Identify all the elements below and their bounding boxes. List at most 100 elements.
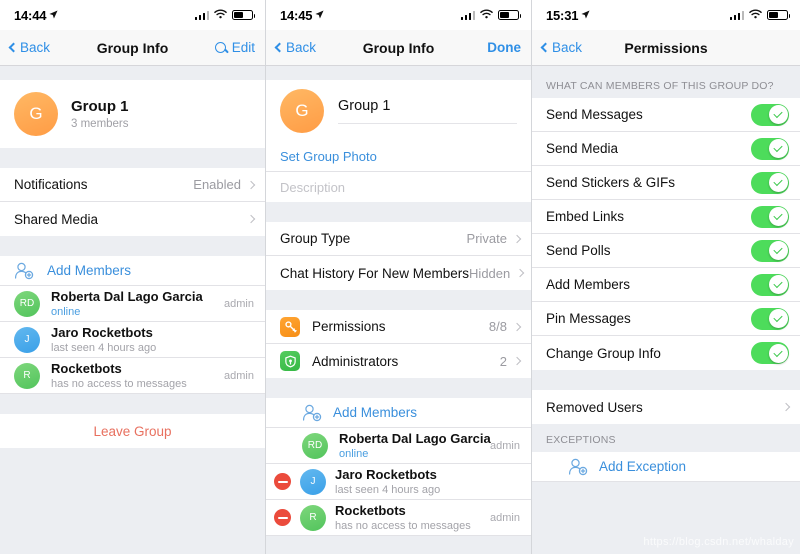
key-icon — [280, 316, 300, 337]
chevron-left-icon — [540, 42, 551, 53]
members-group: Add Members RD Roberta Dal Lago Garcia o… — [266, 398, 531, 536]
row-label: Chat History For New Members — [280, 265, 470, 281]
admin-badge: admin — [490, 511, 520, 524]
add-members-label: Add Members — [47, 263, 132, 278]
member-row[interactable]: RD Roberta Dal Lago Garcia online admin — [266, 428, 531, 464]
member-name: Rocketbots — [335, 503, 406, 518]
row-label: Administrators — [312, 353, 399, 369]
permission-label: Send Stickers & GIFs — [546, 175, 676, 190]
members-group: Add Members RD Roberta Dal Lago Garcia o… — [0, 256, 265, 394]
spacer — [532, 482, 800, 554]
panel-permissions: 15:31 Back Permissions WHAT CAN MEMBERS … — [532, 0, 800, 554]
permission-row-add-members[interactable]: Add Members — [532, 268, 800, 302]
status-time: 14:45 — [280, 7, 313, 23]
member-status: last seen 4 hours ago — [51, 342, 157, 354]
back-button[interactable]: Back — [540, 40, 582, 55]
permission-toggle[interactable] — [751, 103, 789, 126]
member-text: Jaro Rocketbots last seen 4 hours ago — [335, 467, 440, 496]
group-name-input[interactable]: Group 1 — [338, 98, 517, 124]
battery-icon — [498, 10, 521, 20]
spacer — [266, 66, 531, 80]
status-time: 14:44 — [14, 7, 47, 23]
member-row[interactable]: R Rocketbots has no access to messages a… — [0, 358, 265, 394]
permission-row-send-polls[interactable]: Send Polls — [532, 234, 800, 268]
row-removed-users[interactable]: Removed Users — [532, 390, 800, 424]
group-settings-group: Group Type Private Chat History For New … — [266, 222, 531, 290]
member-row[interactable]: RD Roberta Dal Lago Garcia online admin — [0, 286, 265, 322]
row-value: Private — [466, 231, 507, 246]
row-permissions[interactable]: Permissions 8/8 — [266, 310, 531, 344]
status-bar: 15:31 — [532, 0, 800, 30]
add-members-label: Add Members — [333, 405, 418, 420]
back-button[interactable]: Back — [8, 40, 50, 55]
group-avatar[interactable]: G — [280, 89, 324, 133]
exceptions-group: Add Exception — [532, 452, 800, 482]
permission-toggle[interactable] — [751, 171, 789, 194]
member-text: Jaro Rocketbots last seen 4 hours ago — [51, 325, 156, 354]
permission-toggle[interactable] — [751, 239, 789, 262]
remove-member-icon[interactable] — [274, 473, 291, 490]
permission-row-send-stickers-gifs[interactable]: Send Stickers & GIFs — [532, 166, 800, 200]
permissions-group: Send Messages Send Media Send Stickers &… — [532, 98, 800, 370]
permission-label: Send Media — [546, 141, 619, 156]
permission-toggle[interactable] — [751, 137, 789, 160]
chevron-right-icon — [781, 402, 791, 412]
member-text: Rocketbots has no access to messages — [335, 503, 471, 532]
battery-icon — [232, 10, 255, 20]
location-arrow-icon — [49, 6, 58, 24]
done-button[interactable]: Done — [487, 40, 521, 55]
group-identity-card[interactable]: G Group 1 3 members — [0, 80, 265, 148]
member-avatar: R — [14, 362, 40, 389]
row-chat-history[interactable]: Chat History For New Members Hidden — [266, 256, 531, 290]
cellular-signal-icon — [194, 10, 209, 20]
row-value: 8/8 — [488, 319, 507, 334]
description-input[interactable]: Description — [266, 172, 531, 202]
spacer — [0, 448, 265, 554]
back-button[interactable]: Back — [274, 40, 316, 55]
row-administrators[interactable]: Administrators 2 — [266, 344, 531, 378]
permission-toggle[interactable] — [751, 342, 789, 364]
location-arrow-icon — [581, 6, 590, 24]
permission-row-send-messages[interactable]: Send Messages — [532, 98, 800, 132]
remove-member-icon[interactable] — [274, 509, 291, 526]
member-status: online — [339, 448, 369, 460]
member-row[interactable]: J Jaro Rocketbots last seen 4 hours ago — [266, 464, 531, 500]
permission-row-change-group-info[interactable]: Change Group Info — [532, 336, 800, 370]
wifi-icon — [480, 6, 493, 24]
avatar-initials: RD — [19, 298, 35, 309]
row-group-type[interactable]: Group Type Private — [266, 222, 531, 256]
add-members-button[interactable]: Add Members — [0, 256, 265, 286]
permission-row-pin-messages[interactable]: Pin Messages — [532, 302, 800, 336]
permission-toggle[interactable] — [751, 273, 789, 296]
add-exception-button[interactable]: Add Exception — [532, 452, 800, 482]
leave-group-button[interactable]: Leave Group — [0, 414, 265, 448]
permission-toggle[interactable] — [751, 205, 789, 228]
avatar-initials: R — [309, 512, 317, 523]
permission-label: Add Members — [546, 277, 631, 292]
permission-row-embed-links[interactable]: Embed Links — [532, 200, 800, 234]
member-row[interactable]: J Jaro Rocketbots last seen 4 hours ago — [0, 322, 265, 358]
add-person-icon — [14, 262, 34, 280]
chevron-right-icon — [246, 214, 256, 224]
battery-icon — [767, 10, 790, 20]
add-exception-label: Add Exception — [599, 459, 687, 474]
member-name: Jaro Rocketbots — [335, 467, 437, 482]
nav-bar: Back Permissions — [532, 30, 800, 66]
add-members-button[interactable]: Add Members — [266, 398, 531, 428]
chevron-right-icon — [516, 268, 525, 278]
management-group: Permissions 8/8 Administrators 2 — [266, 310, 531, 378]
member-status: has no access to messages — [335, 520, 471, 532]
permission-label: Send Polls — [546, 243, 611, 258]
permission-row-send-media[interactable]: Send Media — [532, 132, 800, 166]
three-panel-screenshot: 14:44 Back Group Info Edit G Group 1 3 m… — [0, 0, 800, 554]
permission-toggle[interactable] — [751, 307, 789, 330]
set-group-photo-button[interactable]: Set Group Photo — [266, 142, 531, 172]
member-avatar: R — [300, 504, 326, 531]
row-shared-media[interactable]: Shared Media — [0, 202, 265, 236]
edit-button[interactable]: Edit — [232, 40, 255, 55]
member-row[interactable]: R Rocketbots has no access to messages a… — [266, 500, 531, 536]
search-icon[interactable] — [214, 42, 226, 53]
avatar-initials: R — [23, 370, 31, 381]
panel-group-info: 14:44 Back Group Info Edit G Group 1 3 m… — [0, 0, 266, 554]
row-notifications[interactable]: Notifications Enabled — [0, 168, 265, 202]
